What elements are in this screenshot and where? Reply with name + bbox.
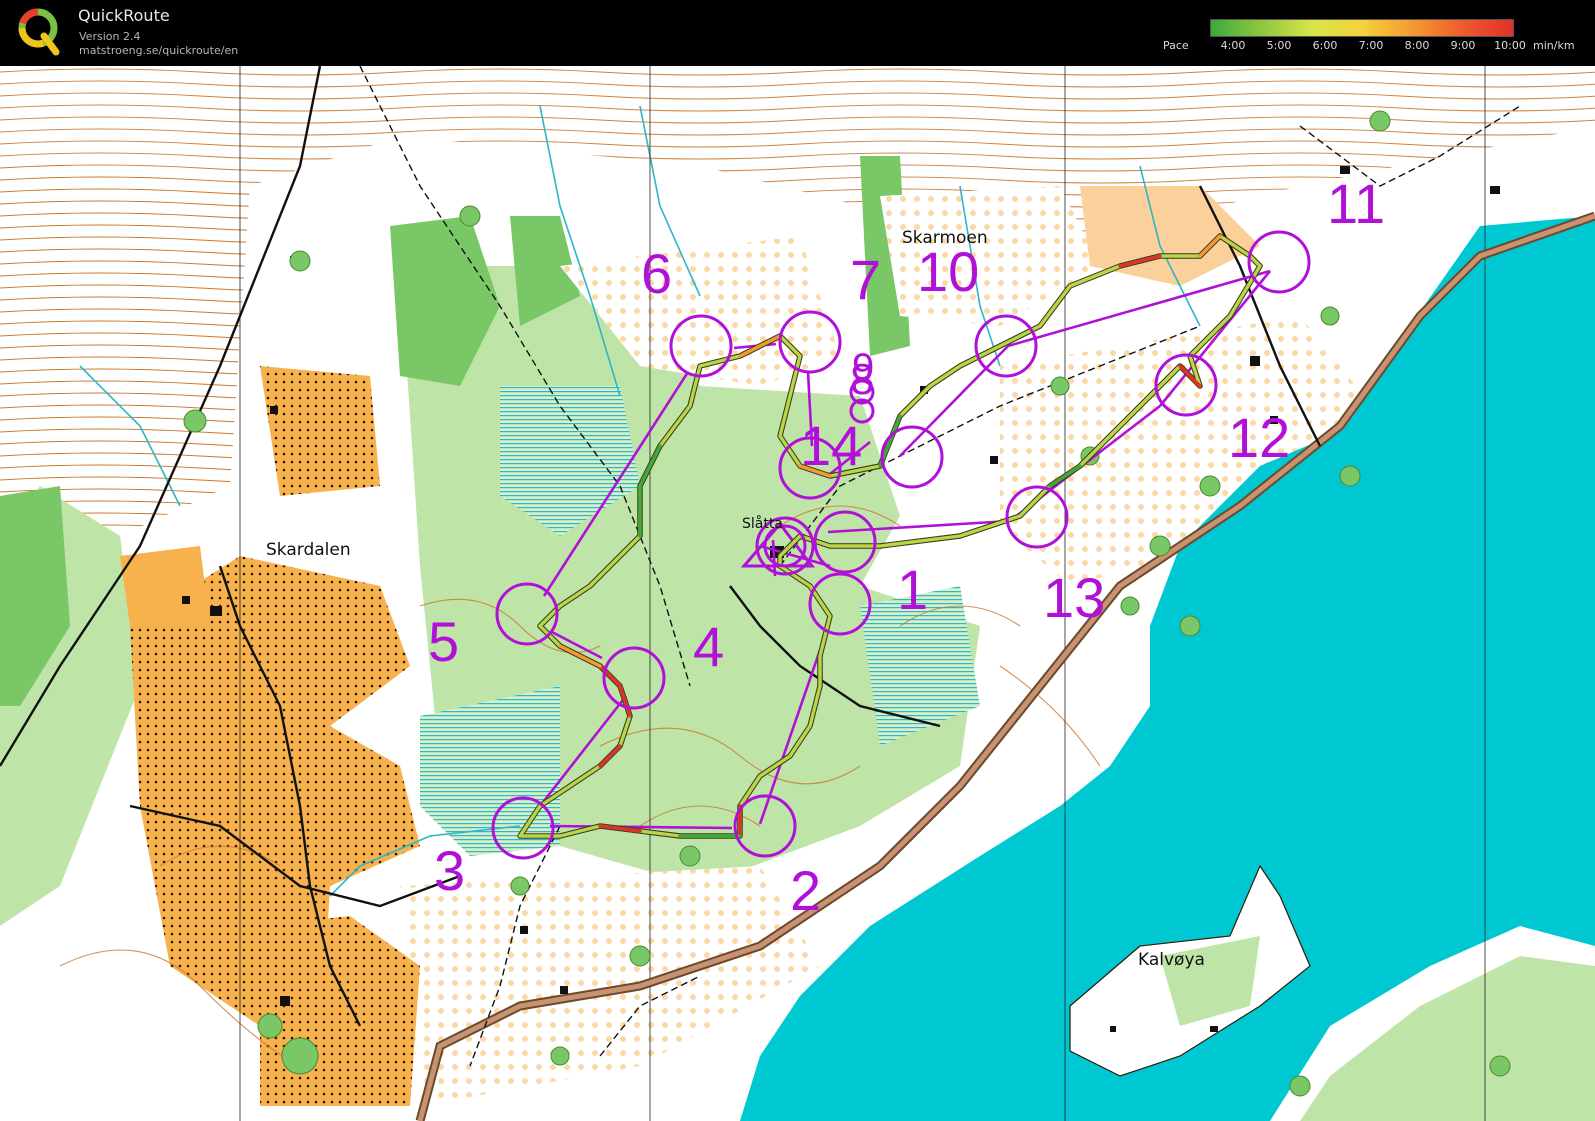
pace-tick: 5:00 (1266, 39, 1292, 52)
control-number-4: 4 (693, 615, 725, 678)
app-header: QuickRoute Version 2.4 matstroeng.se/qui… (0, 0, 1595, 66)
control-number-12: 12 (1228, 406, 1291, 469)
control-number-7: 7 (850, 248, 882, 311)
pace-tick: 8:00 (1404, 39, 1430, 52)
pace-tick: 4:00 (1220, 39, 1246, 52)
control-number-6: 6 (641, 242, 673, 305)
orienteering-map[interactable]: Skarmoen Skardalen Slåtta Kalvøya 1 2 3 … (0, 66, 1595, 1121)
control-number-11: 11 (1327, 172, 1386, 235)
pace-tick: 10:00 (1494, 39, 1526, 52)
control-number-13: 13 (1043, 566, 1106, 629)
pace-tick: 9:00 (1450, 39, 1476, 52)
place-name-slatta: Slåtta (742, 516, 783, 532)
field-dotted (260, 366, 380, 496)
place-name-kalvoya: Kalvøya (1138, 950, 1205, 970)
pace-unit: min/km (1533, 39, 1575, 52)
quickroute-logo (16, 6, 62, 56)
control-number-9: 9 (852, 346, 875, 390)
app-name: QuickRoute (78, 6, 170, 25)
western-slope-contours (0, 156, 250, 546)
control-number-14: 14 (800, 414, 863, 477)
open-land (120, 546, 210, 626)
control-number-2: 2 (790, 859, 822, 922)
place-name-skardalen: Skardalen (266, 540, 351, 560)
app-version: Version 2.4 (79, 30, 141, 43)
pace-tick: 7:00 (1358, 39, 1384, 52)
pace-color-scale (1210, 19, 1514, 37)
control-number-1: 1 (897, 558, 929, 621)
control-number-3: 3 (434, 839, 466, 902)
app-url: matstroeng.se/quickroute/en (79, 44, 239, 57)
control-number-10: 10 (917, 240, 980, 303)
pace-tick: 6:00 (1312, 39, 1338, 52)
control-number-5: 5 (428, 610, 460, 673)
pace-legend-label: Pace (1163, 39, 1189, 52)
